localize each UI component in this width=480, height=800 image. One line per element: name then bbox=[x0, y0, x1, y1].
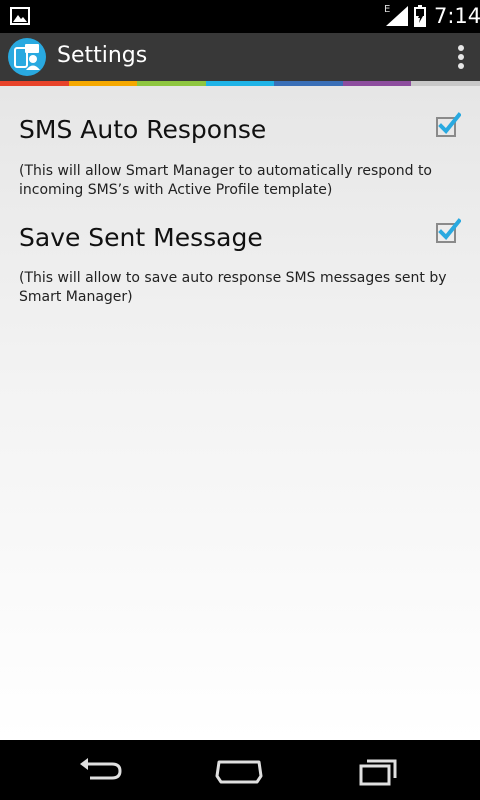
sms-auto-response-checkbox[interactable] bbox=[435, 112, 461, 138]
clock: 7:14 bbox=[434, 4, 480, 28]
navigation-bar bbox=[0, 740, 480, 800]
page-title: Settings bbox=[57, 43, 148, 68]
back-icon[interactable] bbox=[76, 754, 124, 786]
preference-title: SMS Auto Response bbox=[19, 115, 267, 144]
app-icon[interactable] bbox=[7, 37, 47, 77]
screen: E 7:14 Settings SMS Auto Response (This … bbox=[0, 0, 480, 800]
signal-icon bbox=[386, 6, 408, 26]
preference-title: Save Sent Message bbox=[19, 223, 263, 252]
settings-list: SMS Auto Response (This will allow Smart… bbox=[0, 86, 480, 740]
home-icon[interactable] bbox=[215, 754, 263, 786]
gallery-icon bbox=[10, 7, 30, 25]
save-sent-message-checkbox[interactable] bbox=[435, 218, 461, 244]
battery-icon bbox=[414, 5, 426, 27]
overflow-menu-icon[interactable] bbox=[456, 43, 466, 71]
recent-apps-icon[interactable] bbox=[355, 754, 403, 786]
preference-summary: (This will allow Smart Manager to automa… bbox=[19, 163, 432, 198]
preference-sms-auto-response[interactable]: SMS Auto Response (This will allow Smart… bbox=[0, 86, 480, 206]
status-bar: E 7:14 bbox=[0, 0, 480, 33]
preference-save-sent-message[interactable]: Save Sent Message (This will allow to sa… bbox=[0, 206, 480, 316]
preference-summary: (This will allow to save auto response S… bbox=[19, 270, 447, 305]
action-bar: Settings bbox=[0, 33, 480, 81]
